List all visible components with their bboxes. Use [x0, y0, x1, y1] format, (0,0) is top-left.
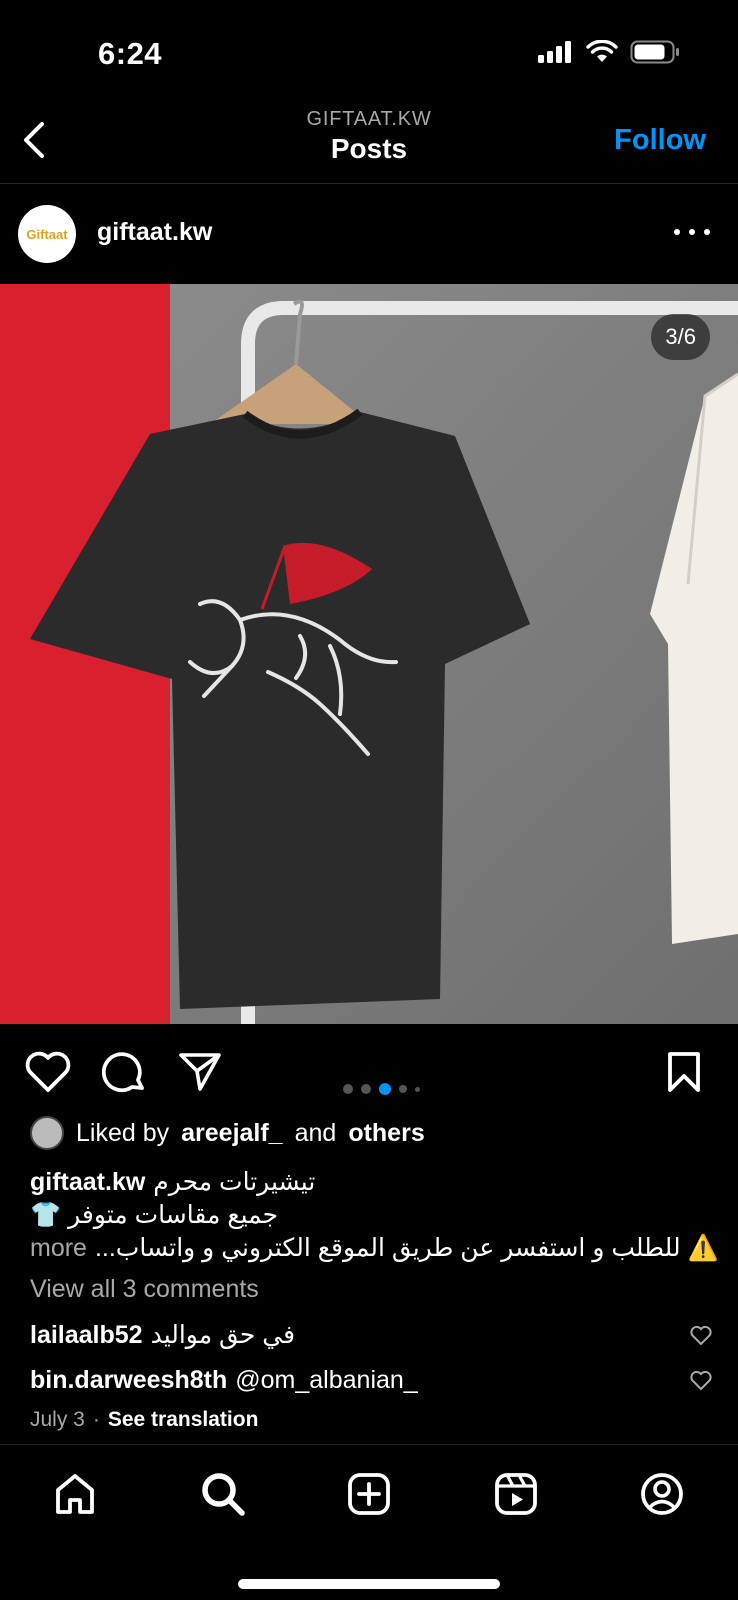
caption-second-line: جميع مقاسات متوفر 👕 — [30, 1199, 720, 1232]
status-time: 6:24 — [98, 36, 163, 71]
caption-line-3: ⚠️ للطلب و استفسر عن طريق الموقع الكترون… — [94, 1234, 719, 1262]
liked-user-avatar — [30, 1116, 64, 1150]
comment-row: lailaalb52 في حق مواليد — [30, 1317, 720, 1353]
like-button[interactable] — [24, 1048, 72, 1096]
tshirt-product-photo — [0, 284, 738, 1024]
cellular-signal-icon — [538, 41, 571, 63]
more-dot-icon — [704, 229, 710, 235]
more-options-button[interactable] — [674, 220, 710, 244]
caption-first-line: giftaat.kw تيشيرتات محرم — [30, 1166, 720, 1199]
carousel-dot — [379, 1083, 391, 1095]
nav-header: GIFTAAT.KW Posts Follow — [0, 100, 738, 184]
share-button[interactable] — [176, 1048, 224, 1096]
paper-plane-icon — [179, 1053, 221, 1091]
image-counter-badge: 3/6 — [651, 314, 710, 360]
comment-username[interactable]: bin.darweesh8th — [30, 1366, 227, 1395]
see-translation-link[interactable]: See translation — [108, 1408, 259, 1432]
tab-search[interactable] — [198, 1469, 248, 1519]
carousel-dot — [343, 1084, 353, 1094]
wifi-icon — [586, 40, 618, 62]
status-bar: 6:24 — [0, 0, 738, 100]
tab-profile[interactable] — [637, 1469, 687, 1519]
liked-by-others[interactable]: others — [348, 1119, 424, 1148]
home-indicator — [238, 1579, 500, 1589]
comment-like-heart-icon[interactable] — [690, 1325, 712, 1347]
post-image[interactable]: 3/6 — [0, 284, 738, 1024]
avatar-logo-text: Giftaat — [26, 226, 68, 242]
follow-button[interactable]: Follow — [614, 124, 706, 157]
comment-button[interactable] — [100, 1048, 148, 1096]
tab-create[interactable] — [344, 1469, 394, 1519]
caption-username[interactable]: giftaat.kw — [30, 1166, 145, 1199]
liked-by-user[interactable]: areejalf_ — [181, 1119, 282, 1148]
reels-icon — [495, 1473, 537, 1515]
tab-home[interactable] — [50, 1469, 100, 1519]
view-all-comments-link[interactable]: View all 3 comments — [30, 1275, 259, 1304]
comment-text: في حق مواليد — [150, 1321, 296, 1349]
comment-row: bin.darweesh8th @om_albanian_ — [30, 1362, 720, 1398]
carousel-dot — [415, 1086, 420, 1092]
home-icon — [56, 1474, 94, 1514]
post-username[interactable]: giftaat.kw — [97, 218, 212, 247]
heart-icon — [25, 1051, 71, 1092]
liked-by-row[interactable]: Liked by areejalf_ and others — [30, 1113, 425, 1153]
battery-icon — [630, 40, 679, 64]
comment-bubble-icon — [102, 1052, 144, 1093]
caption-more-link[interactable]: more — [30, 1232, 87, 1265]
bookmark-icon — [668, 1052, 700, 1092]
save-button[interactable] — [660, 1048, 708, 1096]
carousel-dot — [361, 1084, 371, 1094]
liked-by-and: and — [294, 1118, 337, 1147]
more-dot-icon — [689, 229, 695, 235]
post-caption: giftaat.kw تيشيرتات محرم جميع مقاسات متو… — [30, 1166, 720, 1265]
carousel-indicator — [343, 1083, 420, 1095]
comment-username[interactable]: lailaalb52 — [30, 1321, 143, 1350]
more-dot-icon — [674, 229, 680, 235]
post-header: Giftaat giftaat.kw — [0, 184, 738, 284]
post-date: July 3 — [30, 1408, 85, 1431]
action-bar — [0, 1024, 738, 1114]
caption-line-1: تيشيرتات محرم — [153, 1168, 316, 1196]
tab-reels[interactable] — [491, 1469, 541, 1519]
add-post-icon — [348, 1473, 390, 1515]
status-icons — [538, 40, 680, 64]
carousel-dot — [399, 1085, 407, 1093]
caption-line-2: جميع مقاسات متوفر 👕 — [30, 1201, 279, 1229]
caption-third-line: more ⚠️ للطلب و استفسر عن طريق الموقع ال… — [30, 1232, 720, 1265]
profile-icon — [641, 1473, 683, 1515]
bottom-tab-bar — [0, 1444, 738, 1600]
search-icon — [202, 1473, 245, 1516]
comment-text: @om_albanian_ — [235, 1365, 418, 1394]
avatar[interactable]: Giftaat — [18, 205, 76, 263]
comment-like-heart-icon[interactable] — [690, 1370, 712, 1392]
post-meta-row: July 3 · See translation — [30, 1408, 258, 1432]
liked-by-prefix: Liked by — [76, 1118, 170, 1147]
meta-separator: · — [92, 1408, 100, 1431]
